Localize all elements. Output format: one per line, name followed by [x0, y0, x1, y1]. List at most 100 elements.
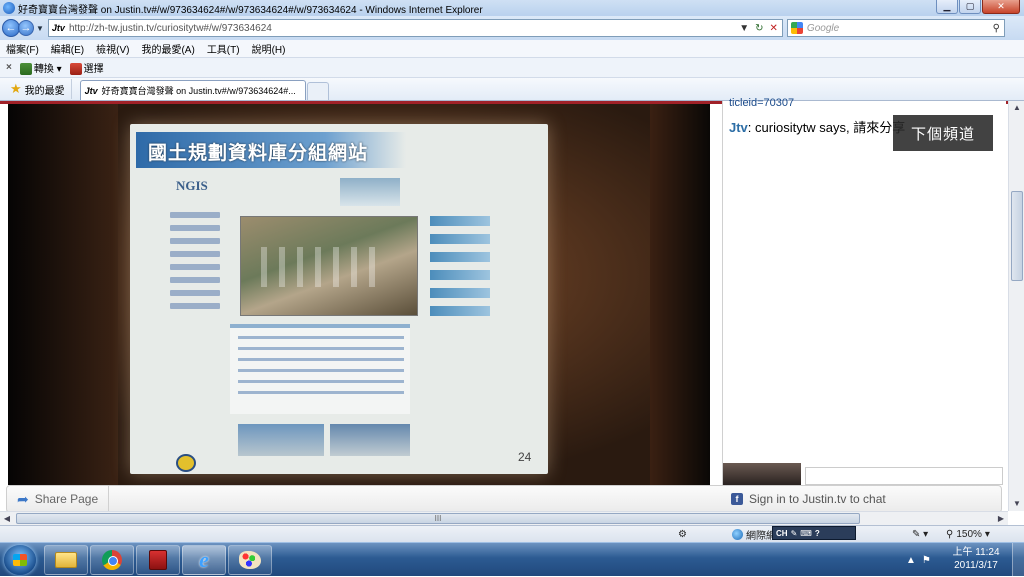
- chat-username[interactable]: Jtv: [729, 120, 748, 135]
- globe-icon: [732, 528, 743, 540]
- chat-user-thumbnail: [723, 463, 801, 485]
- toolbar-close-icon[interactable]: ×: [6, 62, 12, 73]
- share-bar: ➦ Share Page f Sign in to Justin.tv to c…: [6, 485, 1002, 513]
- scroll-right-icon[interactable]: ▶: [994, 512, 1008, 526]
- search-input[interactable]: Google ⚲: [786, 19, 1005, 37]
- tray-expand-icon[interactable]: ▲: [906, 555, 916, 566]
- translate-button[interactable]: 轉換 ▾: [19, 60, 62, 76]
- forward-arrow-icon[interactable]: →: [18, 20, 34, 36]
- translate-icon: [19, 63, 32, 76]
- menu-file[interactable]: 檔案(F): [6, 41, 39, 56]
- address-url[interactable]: http://zh-tw.justin.tv/curiositytw#/w/97…: [69, 23, 272, 34]
- clock[interactable]: 上午 11:24 2011/3/17: [946, 546, 1006, 572]
- ime-keyboard-icon[interactable]: ⌨: [800, 529, 812, 538]
- paint-icon: [239, 551, 261, 569]
- search-icon[interactable]: ⚲: [993, 23, 1000, 34]
- horizontal-scrollbar[interactable]: ◀ III ▶: [0, 511, 1008, 525]
- select-button[interactable]: 選擇: [69, 60, 104, 76]
- history-dropdown-icon[interactable]: ▼: [36, 24, 44, 33]
- window-controls: ▁ ▢ ✕: [936, 0, 1020, 14]
- taskbar-paint[interactable]: [228, 545, 272, 575]
- system-tray: ▲ ⚑: [906, 543, 931, 577]
- app-icon: [149, 550, 167, 570]
- projected-slide: 國土規劃資料庫分組網站 NGIS 24: [130, 124, 548, 474]
- scroll-left-icon[interactable]: ◀: [0, 512, 14, 526]
- page-content: 國土規劃資料庫分組網站 NGIS 24 ticleid=70307 Jtv: c…: [0, 97, 1008, 513]
- zoom-control[interactable]: ⚲ 150% ▾: [946, 527, 990, 541]
- slide-page-number: 24: [518, 450, 532, 464]
- video-player[interactable]: 國土規劃資料庫分組網站 NGIS 24: [8, 104, 710, 485]
- menu-edit[interactable]: 編輯(E): [51, 41, 84, 56]
- refresh-icon[interactable]: ↻: [755, 23, 763, 34]
- share-page-button[interactable]: ➦ Share Page: [7, 486, 110, 512]
- next-channel-button[interactable]: 下個頻道: [893, 115, 993, 151]
- taskbar-chrome[interactable]: [90, 545, 134, 575]
- scroll-down-icon[interactable]: ▼: [1009, 497, 1024, 511]
- ie-title-icon: [3, 2, 15, 14]
- favorites-star-icon: ★: [10, 81, 22, 96]
- menu-favorites[interactable]: 我的最愛(A): [141, 41, 194, 56]
- protected-mode-icon[interactable]: ⚙: [678, 527, 687, 541]
- favorites-bar: ★ 我的最愛 Jtv 好奇寶寶台灣發聲 on Justin.tv#/w/9736…: [0, 78, 1024, 101]
- chat-input[interactable]: [805, 467, 1003, 485]
- vertical-scrollbar[interactable]: ▲ ▼: [1008, 101, 1024, 511]
- chat-message-text: : curiositytw says, 請來分享: [747, 120, 906, 135]
- translate-label: 轉換: [33, 63, 54, 75]
- search-placeholder: Google: [806, 22, 840, 34]
- ie-icon: e: [199, 547, 209, 572]
- slide-header-image: [340, 178, 400, 206]
- signin-to-chat-button[interactable]: f Sign in to Justin.tv to chat: [731, 486, 886, 512]
- menu-tools[interactable]: 工具(T): [207, 41, 240, 56]
- ie-window: 好奇寶寶台灣發聲 on Justin.tv#/w/973634624#/w/97…: [0, 0, 1024, 577]
- favorites-button[interactable]: ★ 我的最愛: [4, 79, 72, 99]
- video-shadow-right: [650, 104, 710, 485]
- chat-panel: ticleid=70307 Jtv: curiositytw says, 請來分…: [722, 97, 1006, 485]
- tab-favicon: Jtv: [84, 85, 98, 96]
- tray-flag-icon[interactable]: ⚑: [922, 555, 931, 566]
- browser-tab[interactable]: Jtv 好奇寶寶台灣發聲 on Justin.tv#/w/973634624#.…: [79, 80, 306, 100]
- ime-label: CH: [776, 528, 788, 538]
- taskbar-ie[interactable]: e: [182, 545, 226, 575]
- taskbar-explorer[interactable]: [44, 545, 88, 575]
- site-favicon: Jtv: [51, 23, 65, 33]
- ime-help-icon[interactable]: ?: [815, 529, 820, 538]
- menu-bar: 檔案(F) 編輯(E) 檢視(V) 我的最愛(A) 工具(T) 說明(H): [0, 40, 1024, 58]
- minimize-button[interactable]: ▁: [936, 0, 958, 14]
- stop-icon[interactable]: ✕: [770, 23, 778, 34]
- language-bar[interactable]: CH ✎ ⌨ ?: [772, 526, 856, 540]
- zoom-level: 150%: [956, 528, 982, 540]
- horizontal-scroll-thumb[interactable]: III: [16, 513, 860, 524]
- zoom-tools-icon[interactable]: ✎ ▾: [912, 527, 928, 541]
- taskbar-app[interactable]: [136, 545, 180, 575]
- vertical-scroll-thumb[interactable]: [1011, 191, 1023, 281]
- slide-photo: [240, 216, 418, 316]
- start-button[interactable]: [4, 545, 36, 575]
- chat-clipped-line: ticleid=70307: [729, 97, 795, 109]
- clock-date: 2011/3/17: [954, 560, 998, 571]
- video-shadow-left: [8, 104, 118, 485]
- google-icon: [790, 22, 803, 34]
- select-icon: [69, 63, 82, 76]
- address-dropdown-icon[interactable]: ▼: [739, 23, 749, 34]
- show-desktop-button[interactable]: [1012, 543, 1024, 577]
- clock-time: 上午 11:24: [952, 547, 1000, 558]
- scroll-up-icon[interactable]: ▲: [1009, 101, 1024, 115]
- maximize-button[interactable]: ▢: [959, 0, 981, 14]
- slide-emblem-icon: [176, 454, 196, 472]
- new-tab-button[interactable]: [306, 82, 329, 100]
- ime-mode-icon[interactable]: ✎: [791, 529, 798, 538]
- menu-help[interactable]: 說明(H): [252, 41, 286, 56]
- select-label: 選擇: [83, 63, 104, 75]
- slide-title: 國土規劃資料庫分組網站: [148, 143, 369, 164]
- title-bar[interactable]: 好奇寶寶台灣發聲 on Justin.tv#/w/973634624#/w/97…: [0, 0, 1024, 16]
- status-bar: ⚙ 網際網路 ✎ ▾ ⚲ 150% ▾: [0, 525, 1024, 542]
- address-actions: ▼ ↻ ✕: [739, 23, 782, 34]
- close-button[interactable]: ✕: [982, 0, 1020, 14]
- address-bar[interactable]: Jtv http://zh-tw.justin.tv/curiositytw#/…: [47, 19, 783, 37]
- window-title: 好奇寶寶台灣發聲 on Justin.tv#/w/973634624#/w/97…: [18, 4, 483, 16]
- menu-view[interactable]: 檢視(V): [96, 41, 129, 56]
- slide-side-links: [430, 216, 490, 344]
- slide-news-box: [230, 324, 410, 414]
- favorites-label: 我的最愛: [24, 85, 65, 97]
- tab-title: 好奇寶寶台灣發聲 on Justin.tv#/w/973634624#...: [101, 86, 296, 96]
